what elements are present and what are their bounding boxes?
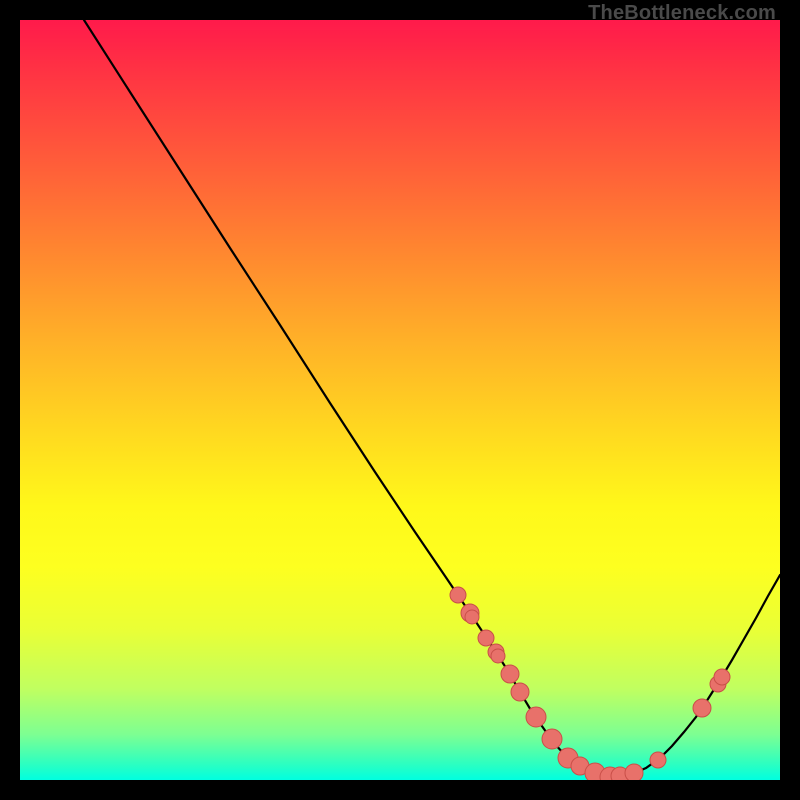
data-marker bbox=[542, 729, 562, 749]
data-marker bbox=[650, 752, 666, 768]
data-marker bbox=[450, 587, 466, 603]
data-marker bbox=[501, 665, 519, 683]
watermark-text: TheBottleneck.com bbox=[588, 2, 776, 25]
data-marker bbox=[625, 764, 643, 780]
plot-area bbox=[20, 20, 780, 780]
data-marker bbox=[511, 683, 529, 701]
bottleneck-curve bbox=[84, 20, 780, 777]
data-marker bbox=[465, 610, 479, 624]
marker-group bbox=[450, 587, 730, 780]
data-marker bbox=[478, 630, 494, 646]
data-marker bbox=[693, 699, 711, 717]
bottleneck-curve-layer bbox=[20, 20, 780, 780]
data-marker bbox=[714, 669, 730, 685]
data-marker bbox=[491, 649, 505, 663]
data-marker bbox=[526, 707, 546, 727]
